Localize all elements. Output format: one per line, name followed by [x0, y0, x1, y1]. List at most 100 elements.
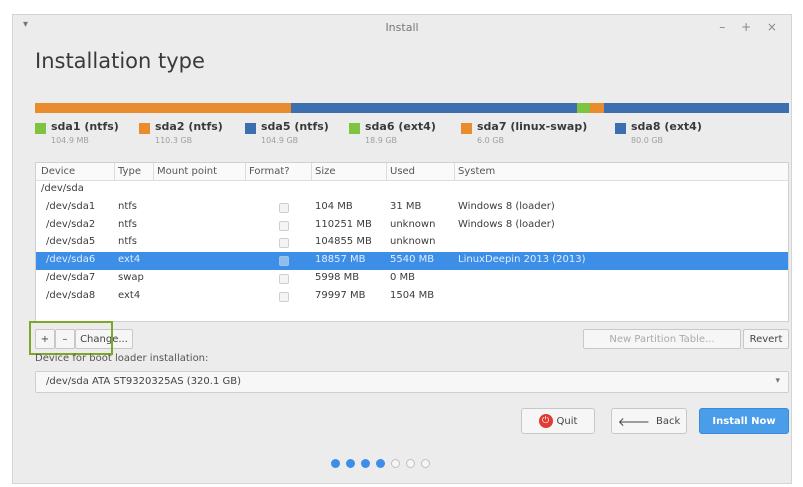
- quit-label: Quit: [556, 415, 578, 427]
- arrow-left-icon: 🡐: [617, 414, 650, 429]
- cell-type: ntfs: [118, 200, 137, 212]
- cell-size: 104 MB: [315, 200, 353, 212]
- back-button[interactable]: 🡐 Back: [611, 408, 687, 434]
- cell-type: swap: [118, 271, 144, 283]
- cell-device: /dev/sda1: [46, 200, 96, 212]
- cell-used: 0 MB: [390, 271, 416, 283]
- legend-size: 104.9 GB: [261, 136, 299, 145]
- legend-name: sda5 (ntfs): [261, 120, 329, 133]
- format-checkbox[interactable]: [279, 273, 289, 284]
- cell-size: 5998 MB: [315, 271, 360, 283]
- cell-used: unknown: [390, 218, 436, 230]
- progress-dot: [361, 459, 370, 468]
- table-row[interactable]: /dev/sda2 ntfs 110251 MB unknown Windows 8 (…: [36, 217, 788, 235]
- legend-swatch: [35, 123, 46, 134]
- boot-loader-label: Device for boot loader installation:: [35, 353, 209, 364]
- partition-legend: sda1 (ntfs) 104.9 MB sda2 (ntfs) 110.3 GB sd…: [35, 120, 789, 154]
- installer-window: ▾ Install – + × Installation type sda1 (…: [12, 14, 792, 484]
- progress-dot: [406, 459, 415, 468]
- cell-device: /dev/sda7: [46, 271, 96, 283]
- cell-type: ntfs: [118, 236, 137, 248]
- window-controls[interactable]: – + ×: [719, 20, 783, 34]
- cell-size: 110251 MB: [315, 218, 372, 230]
- legend-name: sda6 (ext4): [365, 120, 436, 133]
- column-header[interactable]: Size: [315, 166, 336, 177]
- table-row[interactable]: /dev/sda5 ntfs 104855 MB unknown: [36, 234, 788, 252]
- format-checkbox[interactable]: [279, 220, 289, 231]
- cell-size: 104855 MB: [315, 236, 372, 248]
- legend-size: 110.3 GB: [155, 136, 193, 145]
- boot-device-value: /dev/sda ATA ST9320325AS (320.1 GB): [46, 376, 242, 387]
- format-checkbox[interactable]: [279, 256, 289, 267]
- progress-dot: [391, 459, 400, 468]
- legend-name: sda8 (ext4): [631, 120, 702, 133]
- format-checkbox[interactable]: [279, 238, 289, 249]
- cell-system: Windows 8 (loader): [458, 200, 555, 212]
- cell-system: Windows 8 (loader): [458, 218, 555, 230]
- cell-type: ext4: [118, 254, 141, 266]
- cell-device: /dev/sda8: [46, 289, 96, 301]
- cell-used: 5540 MB: [390, 254, 435, 266]
- cell-device: /dev/sda5: [46, 236, 96, 248]
- table-row[interactable]: /dev/sda7 swap 5998 MB 0 MB: [36, 270, 788, 288]
- chevron-down-icon: ▾: [775, 376, 780, 386]
- boot-loader-device-select[interactable]: /dev/sda ATA ST9320325AS (320.1 GB) ▾: [35, 371, 789, 393]
- partition-usage-bar: [35, 103, 789, 113]
- install-now-button[interactable]: Install Now: [699, 408, 789, 434]
- legend-size: 80.0 GB: [631, 136, 664, 145]
- cell-type: ntfs: [118, 218, 137, 230]
- legend-swatch: [461, 123, 472, 134]
- legend-size: 104.9 MB: [51, 136, 89, 145]
- back-label: Back: [655, 415, 681, 427]
- partition-bar-segment-sda5: [290, 103, 534, 113]
- cell-used: 31 MB: [390, 200, 422, 212]
- highlight-box: [29, 321, 113, 355]
- titlebar: ▾ Install – + ×: [13, 15, 791, 39]
- column-header[interactable]: Used: [390, 166, 415, 177]
- column-header[interactable]: Type: [118, 166, 141, 177]
- partition-bar-segment-sda6: [576, 103, 590, 113]
- progress-dot: [421, 459, 430, 468]
- cell-used: 1504 MB: [390, 289, 435, 301]
- table-row[interactable]: /dev/sda6 ext4 18857 MB 5540 MB LinuxDeepin …: [36, 252, 788, 270]
- partition-bar-segment-sda2: [35, 103, 291, 113]
- column-header[interactable]: Mount point: [157, 166, 217, 177]
- partition-button-row: + – Change... New Partition Table... Rev…: [35, 329, 789, 351]
- window-title: Install: [385, 21, 419, 34]
- legend-size: 6.0 GB: [477, 136, 504, 145]
- legend-size: 18.9 GB: [365, 136, 398, 145]
- power-icon: ⏻: [538, 414, 553, 428]
- progress-dot: [346, 459, 355, 468]
- column-separator: [153, 163, 154, 181]
- table-header: Device Type Mount point Format? Size Used Syst…: [36, 163, 788, 181]
- legend-name: sda2 (ntfs): [155, 120, 223, 133]
- column-header[interactable]: System: [458, 166, 495, 177]
- table-row-disk[interactable]: /dev/sda: [36, 181, 788, 199]
- disk-label: /dev/sda: [41, 183, 84, 194]
- legend-swatch: [349, 123, 360, 134]
- cell-device: /dev/sda6: [46, 254, 96, 266]
- table-row[interactable]: /dev/sda1 ntfs 104 MB 31 MB Windows 8 (loade…: [36, 199, 788, 217]
- quit-button[interactable]: ⏻ Quit: [521, 408, 595, 434]
- format-checkbox[interactable]: [279, 291, 289, 302]
- format-checkbox[interactable]: [279, 202, 289, 213]
- legend-swatch: [615, 123, 626, 134]
- table-row[interactable]: /dev/sda8 ext4 79997 MB 1504 MB: [36, 288, 788, 306]
- progress-dot: [331, 459, 340, 468]
- column-separator: [454, 163, 455, 181]
- legend-swatch: [139, 123, 150, 134]
- step-progress-dots: [331, 459, 491, 471]
- partition-bar-segment-sda8: [603, 103, 789, 113]
- partition-bar-segment-sda6: [533, 103, 577, 113]
- cell-type: ext4: [118, 289, 141, 301]
- partition-table[interactable]: Device Type Mount point Format? Size Used Syst…: [35, 162, 789, 322]
- cell-size: 18857 MB: [315, 254, 366, 266]
- revert-button[interactable]: Revert: [743, 329, 789, 349]
- cell-size: 79997 MB: [315, 289, 366, 301]
- legend-name: sda1 (ntfs): [51, 120, 119, 133]
- column-header[interactable]: Format?: [249, 166, 290, 177]
- cell-system: LinuxDeepin 2013 (2013): [458, 254, 586, 266]
- column-header[interactable]: Device: [41, 166, 75, 177]
- new-partition-table-button[interactable]: New Partition Table...: [583, 329, 741, 349]
- cell-used: unknown: [390, 236, 436, 248]
